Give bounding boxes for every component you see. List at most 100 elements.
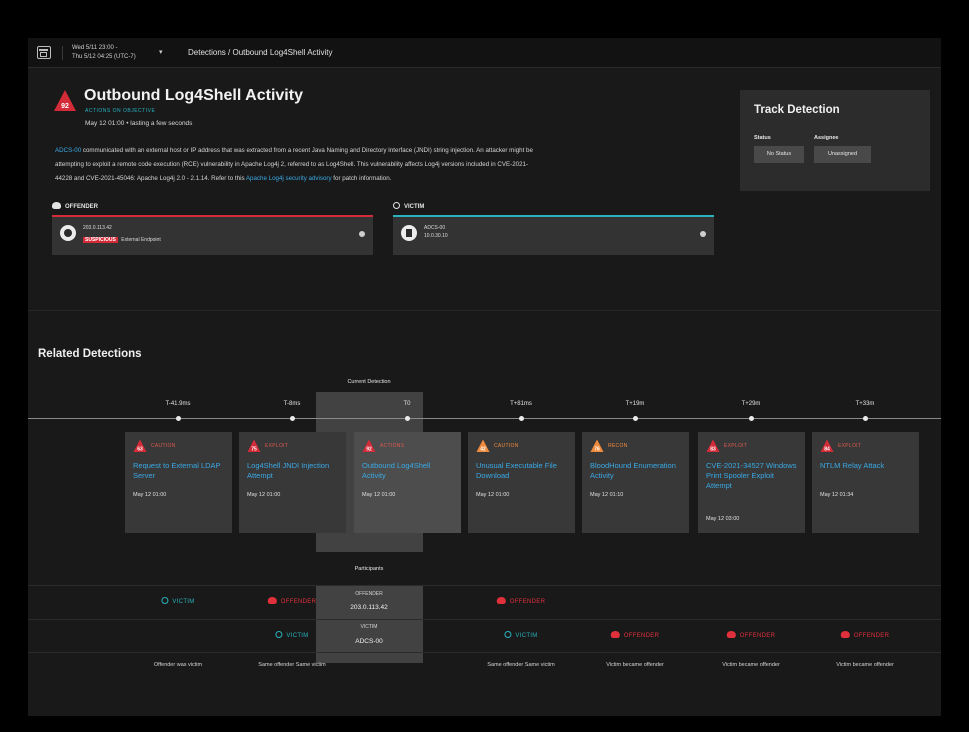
severity-score: 92: [61, 103, 69, 110]
detection-stage: EXPLOIT: [265, 443, 289, 449]
track-detection-panel: Track Detection Status Assignee No Statu…: [740, 90, 930, 191]
related-detection-card[interactable]: 42 CAUTION Unusual Executable File Downloa…: [468, 432, 575, 533]
participant-role: OFFENDER: [496, 597, 546, 605]
relationship-caption: Same offender Same victim: [258, 662, 326, 668]
severity-score: 92: [366, 447, 372, 453]
related-detection-card[interactable]: 75 EXPLOIT Log4Shell JNDI Injection Attemp…: [239, 432, 346, 533]
detection-title-link[interactable]: CVE-2021-34527 Windows Print Spooler Exp…: [706, 461, 798, 491]
role-label: OFFENDER: [623, 633, 660, 639]
detection-title-link[interactable]: Unusual Executable File Download: [476, 461, 568, 481]
detection-title-link[interactable]: NTLM Relay Attack: [820, 461, 912, 471]
timeline-dot[interactable]: [632, 416, 638, 421]
participant-role: OFFENDER: [610, 631, 660, 639]
severity-badge-icon: 84: [820, 439, 834, 453]
offender-type: External Endpoint: [121, 237, 161, 243]
breadcrumb[interactable]: Detections / Outbound Log4Shell Activity: [188, 48, 333, 57]
role-label: OFFENDER: [739, 633, 776, 639]
center-victim-label: VICTIM: [360, 624, 378, 630]
detection-time: May 12 01:34: [820, 492, 854, 498]
row-divider: [28, 619, 941, 620]
victim-card[interactable]: ADCS-00 10.0.30.10: [393, 215, 714, 255]
more-icon[interactable]: [700, 231, 706, 237]
timeline-offset: T+29m: [741, 401, 761, 407]
participant-role: OFFENDER: [726, 631, 776, 639]
row-divider: [28, 652, 941, 653]
relationship-caption: Offender was victim: [153, 662, 203, 668]
severity-score: 42: [480, 447, 486, 453]
attack-stage: ACTIONS ON OBJECTIVE: [85, 108, 156, 114]
section-divider: [28, 310, 941, 311]
center-offender-value[interactable]: 203.0.113.42: [350, 604, 387, 611]
center-victim-value[interactable]: ADCS-00: [355, 638, 382, 645]
related-detection-card[interactable]: 92 ACTIONS Outbound Log4Shell Activity May …: [354, 432, 461, 533]
victim-header: VICTIM: [393, 202, 424, 210]
timeline-offset: T+19m: [625, 401, 645, 407]
detection-title-link[interactable]: Request to External LDAP Server: [133, 461, 225, 481]
time-range-start[interactable]: Wed 5/11 23:00 -: [72, 44, 117, 52]
offender-ip[interactable]: 203.0.113.42: [83, 225, 112, 231]
suspicious-tag: SUSPICIOUS: [83, 237, 118, 243]
timeline-dot[interactable]: [404, 416, 410, 421]
offender-card[interactable]: 203.0.113.42 SUSPICIOUS External Endpoin…: [52, 215, 373, 255]
timeline-dot[interactable]: [862, 416, 868, 421]
offender-icon: [726, 631, 736, 638]
detection-title-link[interactable]: BloodHound Enumeration Activity: [590, 461, 682, 481]
participant-role: OFFENDER: [840, 631, 890, 639]
status-dropdown[interactable]: No Status: [754, 146, 804, 163]
offender-icon: [52, 202, 61, 209]
timeline-dot[interactable]: [289, 416, 295, 421]
detection-time: May 12 01:00: [247, 492, 281, 498]
severity-badge-icon: 83: [706, 439, 720, 453]
detection-time: May 12 01:10: [590, 492, 624, 498]
detection-stage: ACTIONS: [380, 443, 405, 449]
severity-badge-icon: 92: [362, 439, 376, 453]
timeline-offset: T-41.9ms: [165, 401, 191, 407]
related-detection-card[interactable]: 63 CAUTION Request to External LDAP Server…: [125, 432, 232, 533]
host-link[interactable]: ADCS-00: [55, 147, 81, 154]
time-range-end[interactable]: Thu 5/12 04:25 (UTC-7): [72, 53, 136, 61]
related-detection-card[interactable]: 83 EXPLOIT CVE-2021-34527 Windows Print Sp…: [698, 432, 805, 533]
offender-icon: [610, 631, 620, 638]
relationship-caption: Victim became offender: [606, 662, 664, 668]
offender-header-label: OFFENDER: [65, 204, 98, 210]
offender-icon: [840, 631, 850, 638]
severity-score: 75: [251, 447, 257, 453]
detection-title-link[interactable]: Outbound Log4Shell Activity: [362, 461, 454, 481]
detection-stage: EXPLOIT: [724, 443, 748, 449]
severity-score: 63: [137, 447, 143, 453]
related-detection-card[interactable]: 84 EXPLOIT NTLM Relay Attack May 12 01:34: [812, 432, 919, 533]
relationship-caption: Victim became offender: [722, 662, 780, 668]
more-icon[interactable]: [359, 231, 365, 237]
participant-role: VICTIM: [161, 597, 194, 605]
offender-header: OFFENDER: [52, 202, 98, 210]
advisory-link[interactable]: Apache Log4j security advisory: [246, 175, 332, 182]
timeline-dot[interactable]: [748, 416, 754, 421]
assignee-label: Assignee: [814, 135, 839, 141]
role-label: OFFENDER: [509, 599, 546, 605]
assignee-dropdown[interactable]: Unassigned: [814, 146, 871, 163]
description-text: communicated with an external host or IP…: [81, 147, 533, 154]
offender-icon: [267, 597, 277, 604]
detection-title-link[interactable]: Log4Shell JNDI Injection Attempt: [247, 461, 339, 481]
victim-host[interactable]: ADCS-00: [424, 225, 445, 231]
detection-time: May 12 01:00 • lasting a few seconds: [85, 120, 193, 127]
chevron-down-icon[interactable]: ▾: [159, 48, 163, 56]
severity-badge-icon: 76: [590, 439, 604, 453]
detection-stage: CAUTION: [151, 443, 176, 449]
current-detection-label: Current Detection: [347, 379, 391, 385]
endpoint-icon: [60, 225, 76, 241]
role-label: OFFENDER: [853, 633, 890, 639]
detection-description: ADCS-00 communicated with an external ho…: [55, 144, 715, 186]
relationship-caption: Victim became offender: [836, 662, 894, 668]
timeline-dot[interactable]: [518, 416, 524, 421]
detection-stage: EXPLOIT: [838, 443, 862, 449]
role-label: OFFENDER: [280, 599, 317, 605]
severity-score: 83: [710, 447, 716, 453]
related-detection-card[interactable]: 76 RECON BloodHound Enumeration Activity Ma…: [582, 432, 689, 533]
role-label: VICTIM: [286, 633, 309, 639]
detection-time: May 12 03:00: [706, 516, 740, 522]
calendar-icon[interactable]: [37, 46, 51, 59]
timeline-dot[interactable]: [175, 416, 181, 421]
status-label: Status: [754, 135, 771, 141]
host-icon: [401, 225, 417, 241]
